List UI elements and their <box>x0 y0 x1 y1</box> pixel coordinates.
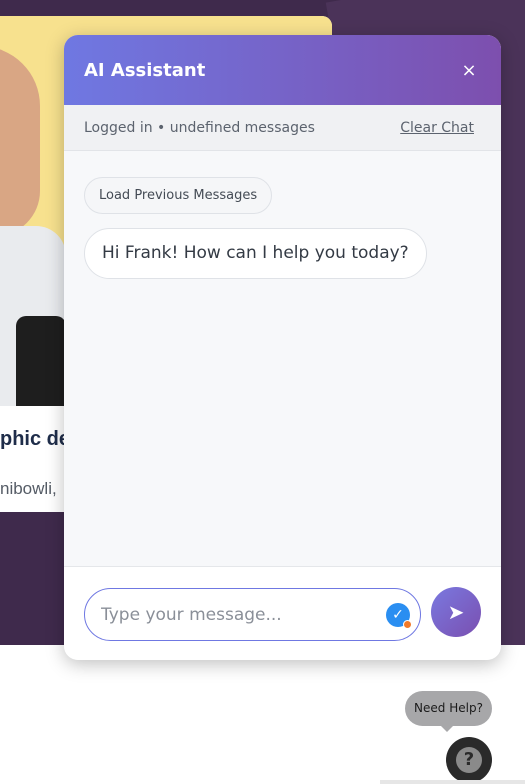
message-list: Load Previous Messages Hi Frank! How can… <box>64 151 501 565</box>
assistant-message: Hi Frank! How can I help you today? <box>84 228 427 279</box>
help-button[interactable]: ? <box>446 737 492 783</box>
input-area: ✓ ➤ <box>64 566 501 660</box>
status-bar: Logged in • undefined messages Clear Cha… <box>64 105 501 151</box>
person-face <box>0 46 40 236</box>
check-icon: ✓ <box>392 607 404 623</box>
card-title: phic de <box>0 428 71 450</box>
status-text: Logged in • undefined messages <box>84 119 315 136</box>
load-previous-row: Load Previous Messages <box>84 177 481 214</box>
grammar-check-icon[interactable]: ✓ <box>386 603 412 629</box>
send-button[interactable]: ➤ <box>431 587 481 637</box>
bottom-strip <box>380 780 525 784</box>
message-input-wrapper: ✓ <box>84 588 421 641</box>
person-top <box>16 316 66 406</box>
chat-widget: AI Assistant × Logged in • undefined mes… <box>64 35 501 660</box>
chat-header: AI Assistant × <box>64 35 501 105</box>
chat-title: AI Assistant <box>84 59 206 81</box>
load-previous-button[interactable]: Load Previous Messages <box>84 177 273 214</box>
message-input[interactable] <box>101 589 371 640</box>
clear-chat-link[interactable]: Clear Chat <box>400 120 474 136</box>
notification-dot <box>403 620 412 629</box>
message-row: Hi Frank! How can I help you today? <box>84 214 481 279</box>
close-icon[interactable]: × <box>457 60 481 81</box>
card-subtitle: nibowli, <box>0 479 57 498</box>
question-icon: ? <box>456 747 482 773</box>
help-tooltip: Need Help? <box>405 691 492 732</box>
send-icon: ➤ <box>447 600 465 624</box>
